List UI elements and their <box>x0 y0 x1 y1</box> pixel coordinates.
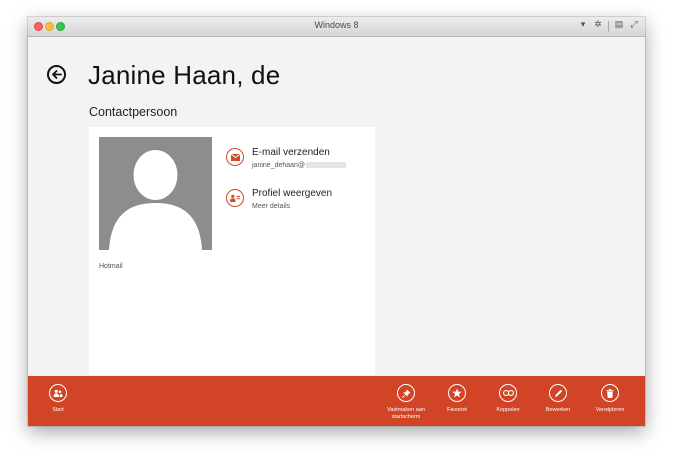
dropdown-arrow-icon[interactable]: ▾ <box>578 19 588 32</box>
windows-icon[interactable]: ▤ <box>614 19 624 32</box>
view-profile-action[interactable]: Profiel weergeven Meer details <box>226 188 376 220</box>
window-title: Windows 8 <box>314 20 359 30</box>
start-button[interactable]: Start <box>28 384 88 414</box>
delete-button[interactable]: Verwijderen <box>580 384 640 414</box>
start-label: Start <box>52 407 64 413</box>
star-icon <box>448 384 466 402</box>
app-bar: Start Vastmaken aan startscherm Favoriet <box>28 376 645 426</box>
envelope-icon <box>226 148 244 166</box>
title-bar: Windows 8 ▾ ✲ ▤ ⤢ <box>28 17 645 37</box>
send-email-title: E-mail verzenden <box>252 147 330 158</box>
trash-icon <box>601 384 619 402</box>
email-address: janine_dehaan@ <box>252 162 347 169</box>
arrow-left-icon <box>52 70 62 79</box>
profile-card-icon <box>226 189 244 207</box>
email-address-text: janine_dehaan@ <box>252 162 306 169</box>
titlebar-tools: ▾ ✲ ▤ ⤢ <box>578 19 639 32</box>
people-icon <box>49 384 67 402</box>
fullscreen-icon[interactable]: ⤢ <box>629 19 639 32</box>
gear-icon[interactable]: ✲ <box>593 19 603 32</box>
edit-label: Bewerken <box>545 407 571 413</box>
contact-card: Hotmail E-mail verzenden janine_dehaan@ <box>89 127 375 375</box>
contact-name: Janine Haan, de <box>88 60 281 90</box>
pin-icon <box>397 384 415 402</box>
account-source-label: Hotmail <box>99 263 123 270</box>
delete-label: Verwijderen <box>595 407 625 413</box>
redacted-email-domain <box>306 162 347 169</box>
view-profile-title: Profiel weergeven <box>252 188 333 199</box>
link-icon <box>499 384 517 402</box>
edit-button[interactable]: Bewerken <box>528 384 588 414</box>
pencil-icon <box>549 384 567 402</box>
titlebar-divider <box>608 21 609 32</box>
avatar-placeholder <box>99 137 212 250</box>
person-silhouette-icon <box>109 150 202 250</box>
send-email-action[interactable]: E-mail verzenden janine_dehaan@ <box>226 147 376 179</box>
view-profile-subtitle: Meer details <box>252 203 291 210</box>
contact-type-label: Contactpersoon <box>89 105 178 119</box>
app-window: Windows 8 ▾ ✲ ▤ ⤢ Janine Haan, de Contac… <box>28 17 645 426</box>
back-button[interactable] <box>47 65 66 84</box>
